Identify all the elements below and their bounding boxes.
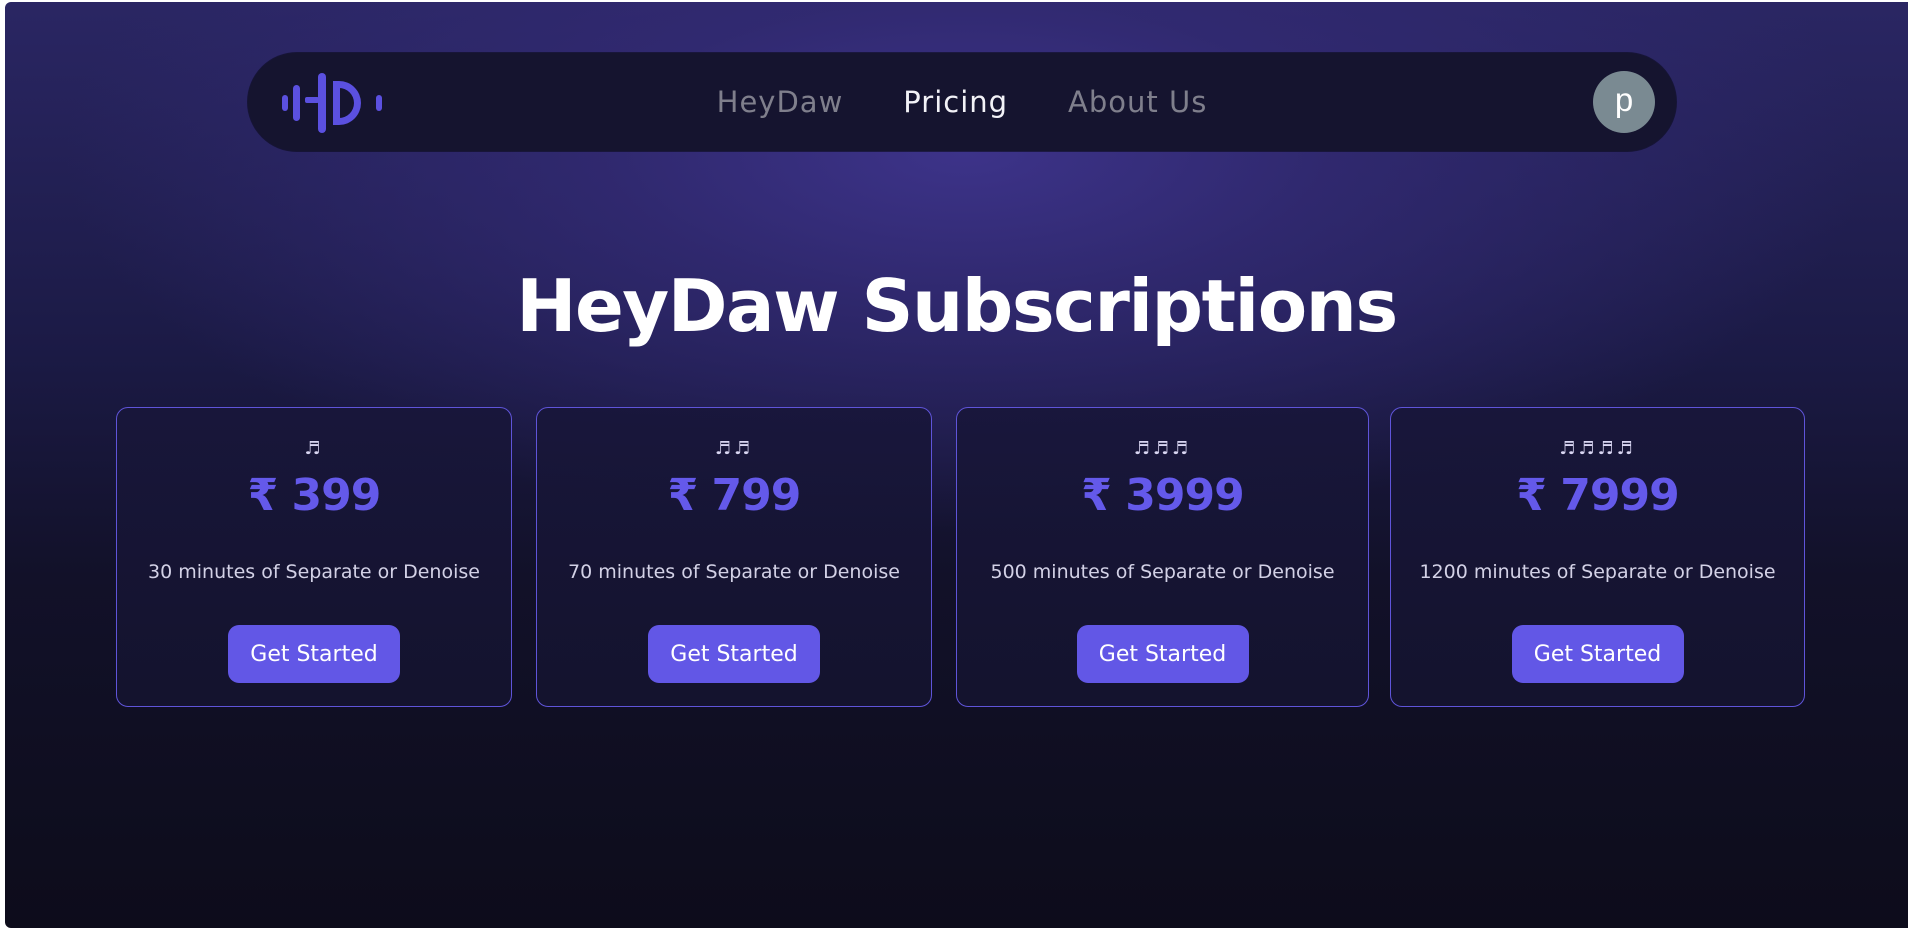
music-note-icon: ♬♬♬♬ (1559, 438, 1636, 459)
heydaw-logo-icon[interactable] (282, 73, 386, 133)
nav-link-heydaw[interactable]: HeyDaw (717, 85, 844, 119)
plan-description: 1200 minutes of Separate or Denoise (1419, 561, 1776, 583)
top-navbar: HeyDaw Pricing About Us p (248, 53, 1676, 151)
plan-description: 500 minutes of Separate or Denoise (990, 561, 1335, 583)
plan-card: ♬♬♬♬ ₹ 7999 1200 minutes of Separate or De… (1390, 407, 1805, 707)
music-note-icon: ♬♬ (714, 438, 754, 459)
get-started-button[interactable]: Get Started (1511, 625, 1684, 683)
plan-price: ₹ 799 (667, 470, 802, 521)
get-started-button[interactable]: Get Started (1076, 625, 1249, 683)
plan-price: ₹ 399 (247, 470, 382, 521)
music-note-icon: ♬♬♬ (1133, 438, 1192, 459)
app-frame: HeyDaw Pricing About Us p HeyDaw Subscript… (5, 2, 1908, 928)
plan-price: ₹ 3999 (1081, 470, 1244, 521)
nav-link-about-us[interactable]: About Us (1068, 85, 1207, 119)
page-title: HeyDaw Subscriptions (516, 264, 1398, 348)
get-started-button[interactable]: Get Started (228, 625, 400, 683)
nav-link-pricing[interactable]: Pricing (903, 85, 1008, 119)
get-started-button[interactable]: Get Started (648, 625, 820, 683)
plan-card: ♬ ₹ 399 30 minutes of Separate or Denoise G… (116, 407, 512, 707)
nav-links: HeyDaw Pricing About Us (248, 53, 1676, 151)
music-note-icon: ♬ (304, 438, 324, 459)
plan-card: ♬♬ ₹ 799 70 minutes of Separate or Denoise… (536, 407, 932, 707)
plan-price: ₹ 7999 (1516, 470, 1679, 521)
plan-card: ♬♬♬ ₹ 3999 500 minutes of Separate or Deno… (956, 407, 1369, 707)
user-avatar[interactable]: p (1593, 71, 1655, 133)
plan-description: 30 minutes of Separate or Denoise (148, 561, 480, 583)
plan-description: 70 minutes of Separate or Denoise (568, 561, 900, 583)
